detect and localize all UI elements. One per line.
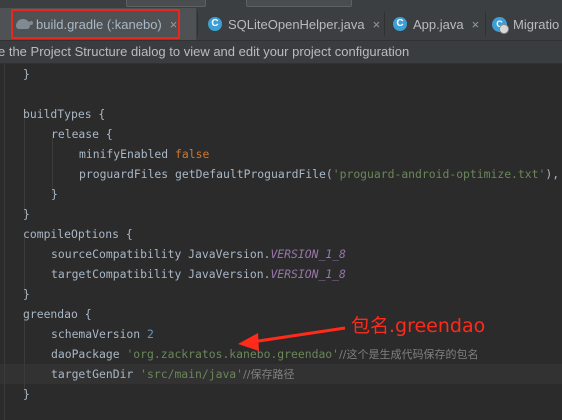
code-line: greendao { (23, 307, 92, 321)
code-editor[interactable]: } buildTypes { release { minifyEnabled f… (0, 64, 562, 420)
code-line: } (23, 67, 30, 81)
tab-label: App.java (413, 16, 464, 32)
tab-migration[interactable]: C Migratio (486, 8, 562, 40)
code-line: } (23, 287, 30, 301)
toolbar-dropdown[interactable] (126, 0, 206, 7)
tab-label: Migratio (513, 16, 560, 32)
tab-app-java[interactable]: C App.java × (385, 8, 485, 40)
code-line: } (23, 207, 30, 221)
code-line: targetGenDir 'src/main/java'//保存路径 (51, 367, 295, 381)
toolbar-dropdown[interactable] (246, 0, 352, 7)
code-line: minifyEnabled false (79, 147, 210, 161)
code-line: buildTypes { (23, 107, 106, 121)
class-icon: C (393, 17, 407, 31)
class-icon: C (208, 17, 222, 31)
tab-label: SQLiteOpenHelper.java (228, 16, 365, 32)
banner-text: e the Project Structure dialog to view a… (0, 44, 410, 59)
class-icon: C (492, 16, 509, 34)
toolbar-strip (0, 0, 562, 8)
code-line: daoPackage 'org.zackratos.kanebo.greenda… (51, 347, 479, 361)
annotation-label: 包名.greendao (351, 315, 486, 337)
code-line: } (23, 387, 30, 401)
close-icon[interactable]: × (472, 17, 480, 32)
code-line: } (51, 187, 58, 201)
code-line: targetCompatibility JavaVersion.VERSION_… (51, 267, 346, 281)
highlight-box (11, 9, 180, 39)
code-line: sourceCompatibility JavaVersion.VERSION_… (51, 247, 346, 261)
notification-banner: e the Project Structure dialog to view a… (0, 41, 562, 64)
close-icon[interactable]: × (373, 17, 381, 32)
code-line: proguardFiles getDefaultProguardFile('pr… (79, 167, 560, 181)
code-line: schemaVersion 2 (51, 327, 154, 341)
tab-sqliteopenhelper[interactable]: C SQLiteOpenHelper.java × (198, 8, 383, 40)
code-line: release { (51, 127, 113, 141)
code-line: compileOptions { (23, 227, 133, 241)
